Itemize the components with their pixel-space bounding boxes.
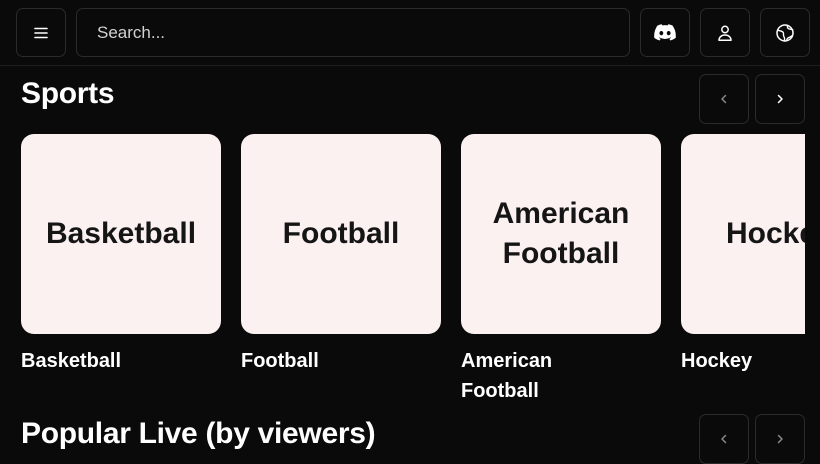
sport-card-american-football[interactable]: American Football American Football — [461, 134, 661, 406]
hamburger-menu-icon — [34, 27, 48, 38]
sports-prev-button[interactable] — [699, 74, 749, 124]
sport-tile: Hockey — [681, 134, 805, 334]
sport-card-basketball[interactable]: Basketball Basketball — [21, 134, 221, 376]
sport-card-hockey[interactable]: Hockey Hockey — [681, 134, 805, 376]
chevron-right-icon — [777, 94, 783, 104]
section-title-popular-live: Popular Live (by viewers) — [21, 417, 376, 450]
sport-tile: Football — [241, 134, 441, 334]
search-input[interactable] — [76, 8, 630, 57]
section-title-sports: Sports — [21, 77, 115, 110]
sport-tile: Basketball — [21, 134, 221, 334]
discord-icon — [654, 24, 676, 41]
globe-button[interactable] — [760, 8, 810, 57]
sport-caption: Basketball — [21, 350, 122, 372]
sport-card-football[interactable]: Football Football — [241, 134, 441, 376]
sport-tile: American Football — [461, 134, 661, 334]
chevron-left-icon — [721, 434, 727, 444]
chevron-right-icon — [777, 434, 783, 444]
chevron-left-icon — [721, 94, 727, 104]
sports-carousel: Basketball Basketball Football Football … — [21, 134, 805, 414]
sport-caption: American Football — [461, 350, 553, 402]
sports-next-button[interactable] — [755, 74, 805, 124]
top-bar — [0, 0, 820, 66]
sport-caption: Football — [241, 350, 319, 372]
popular-next-button[interactable] — [755, 414, 805, 464]
globe-icon — [776, 23, 794, 42]
user-icon — [718, 25, 732, 41]
discord-button[interactable] — [640, 8, 690, 57]
user-button[interactable] — [700, 8, 750, 57]
sport-caption: Hockey — [681, 350, 753, 372]
popular-prev-button[interactable] — [699, 414, 749, 464]
menu-button[interactable] — [16, 8, 66, 57]
